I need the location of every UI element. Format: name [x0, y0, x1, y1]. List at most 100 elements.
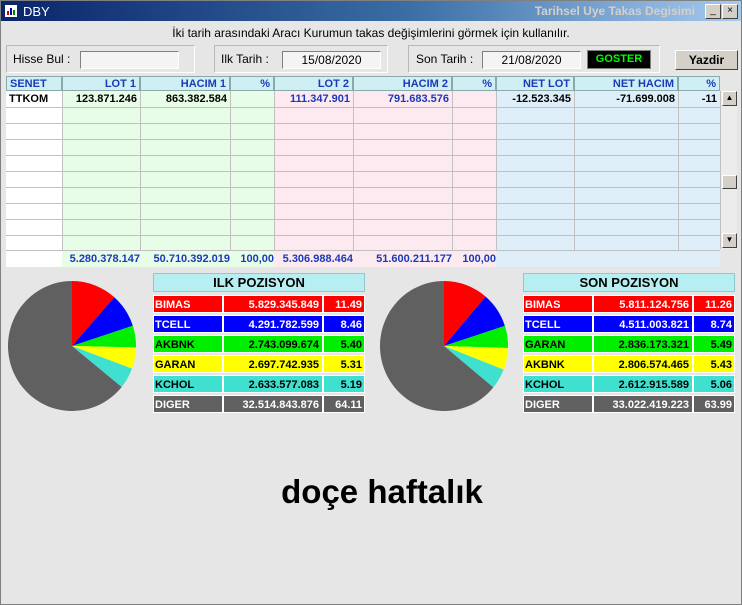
grid-line	[6, 139, 720, 140]
total-pct2: 100,00	[462, 253, 496, 265]
grid-line	[6, 219, 720, 220]
grid-vline	[274, 91, 275, 251]
position-percent: 5.49	[693, 335, 735, 353]
title-bar[interactable]: DBY Tarihsel Uye Takas Degisimi _ ×	[1, 1, 741, 21]
grid-vline	[62, 91, 63, 251]
total-lot1: 5.280.378.147	[69, 253, 140, 265]
table-cell-pct3[interactable]: -11	[678, 92, 720, 107]
minimize-button[interactable]: _	[705, 4, 721, 19]
position-value: 5.829.345.849	[223, 295, 323, 313]
position-name: TCELL	[523, 315, 593, 333]
app-icon	[5, 5, 17, 17]
position-name: AKBNK	[523, 355, 593, 373]
ilk-pozisyon-pie-chart	[7, 281, 136, 411]
app-name: DBY	[23, 4, 50, 19]
position-percent: 5.43	[693, 355, 735, 373]
header-netlot[interactable]: NET LOT	[496, 76, 574, 91]
son-pozisyon-title: SON POZISYON	[523, 273, 735, 292]
position-percent: 63.99	[693, 395, 735, 413]
close-button[interactable]: ×	[722, 4, 738, 19]
window-title: Tarihsel Uye Takas Degisimi	[534, 4, 695, 18]
yazdir-button[interactable]: Yazdir	[675, 50, 738, 70]
grid-vline	[574, 91, 575, 251]
header-pct3[interactable]: %	[678, 76, 720, 91]
position-value: 2.743.099.674	[223, 335, 323, 353]
position-name: BIMAS	[523, 295, 593, 313]
table-cell-pct2[interactable]	[452, 92, 496, 107]
position-name: KCHOL	[153, 375, 223, 393]
position-value: 2.806.574.465	[593, 355, 693, 373]
goster-button[interactable]: GOSTER	[587, 50, 651, 69]
header-lot1[interactable]: LOT 1	[62, 76, 140, 91]
table-cell-hacim1[interactable]: 863.382.584	[140, 92, 230, 107]
grid-vline	[496, 91, 497, 251]
info-text: İki tarih arasındaki Aracı Kurumun takas…	[172, 26, 570, 40]
hisse-search-input[interactable]	[80, 51, 179, 69]
grid-vline	[678, 91, 679, 251]
grid-line	[6, 187, 720, 188]
table-cell-hacim2[interactable]: 791.683.576	[353, 92, 452, 107]
header-pct1[interactable]: %	[230, 76, 274, 91]
grid-scrollbar[interactable]: ▲ ▼	[720, 91, 737, 249]
table-cell-netlot[interactable]: -12.523.345	[496, 92, 574, 107]
position-percent: 11.26	[693, 295, 735, 313]
position-value: 2.836.173.321	[593, 335, 693, 353]
position-name: DIGER	[153, 395, 223, 413]
grid-vline	[140, 91, 141, 251]
scroll-down-button[interactable]: ▼	[722, 233, 737, 248]
total-lot2: 5.306.988.464	[282, 253, 353, 265]
grid-line	[6, 171, 720, 172]
position-value: 5.811.124.756	[593, 295, 693, 313]
son-tarih-input[interactable]: 21/08/2020	[482, 51, 581, 69]
grid-line	[6, 203, 720, 204]
ilk-tarih-input[interactable]: 15/08/2020	[282, 51, 381, 69]
position-value: 4.511.003.821	[593, 315, 693, 333]
scroll-thumb[interactable]	[722, 175, 737, 189]
position-value: 2.633.577.083	[223, 375, 323, 393]
position-name: DIGER	[523, 395, 593, 413]
position-name: BIMAS	[153, 295, 223, 313]
position-name: GARAN	[153, 355, 223, 373]
caption-text: doçe haftalık	[281, 473, 483, 510]
position-percent: 5.31	[323, 355, 365, 373]
header-lot2[interactable]: LOT 2	[274, 76, 353, 91]
son-tarih-label: Son Tarih :	[416, 52, 474, 66]
data-grid[interactable]: SENET LOT 1 HACIM 1 % LOT 2 HACIM 2 % NE…	[6, 76, 720, 267]
grid-vline	[353, 91, 354, 251]
scroll-up-button[interactable]: ▲	[722, 91, 737, 106]
position-percent: 64.11	[323, 395, 365, 413]
table-cell-lot1[interactable]: 123.871.246	[62, 92, 140, 107]
position-percent: 5.19	[323, 375, 365, 393]
position-value: 33.022.419.223	[593, 395, 693, 413]
position-percent: 5.40	[323, 335, 365, 353]
position-name: KCHOL	[523, 375, 593, 393]
grid-line	[6, 123, 720, 124]
header-senet[interactable]: SENET	[6, 76, 62, 91]
grid-line	[6, 107, 720, 108]
app-window: DBY Tarihsel Uye Takas Degisimi _ × İki …	[0, 0, 742, 605]
table-cell-nethacim[interactable]: -71.699.008	[574, 92, 678, 107]
table-cell-pct1[interactable]	[230, 92, 274, 107]
position-percent: 8.74	[693, 315, 735, 333]
header-hacim1[interactable]: HACIM 1	[140, 76, 230, 91]
total-pct1: 100,00	[240, 253, 274, 265]
header-hacim2[interactable]: HACIM 2	[353, 76, 452, 91]
son-pozisyon-pie-chart	[380, 281, 508, 411]
position-value: 2.612.915.589	[593, 375, 693, 393]
table-cell-lot2[interactable]: 111.347.901	[274, 92, 353, 107]
position-percent: 11.49	[323, 295, 365, 313]
table-cell-senet[interactable]: TTKOM	[6, 92, 62, 107]
position-name: GARAN	[523, 335, 593, 353]
header-nethacim[interactable]: NET HACIM	[574, 76, 678, 91]
grid-line	[6, 155, 720, 156]
hisse-label: Hisse Bul :	[13, 52, 71, 66]
total-hacim2: 51.600.211.177	[376, 253, 452, 265]
grid-vline	[452, 91, 453, 251]
header-pct2[interactable]: %	[452, 76, 496, 91]
ilk-tarih-label: Ilk Tarih :	[221, 52, 269, 66]
total-hacim1: 50.710.392.019	[153, 253, 230, 265]
position-value: 2.697.742.935	[223, 355, 323, 373]
position-value: 4.291.782.599	[223, 315, 323, 333]
grid-line	[6, 235, 720, 236]
position-percent: 5.06	[693, 375, 735, 393]
